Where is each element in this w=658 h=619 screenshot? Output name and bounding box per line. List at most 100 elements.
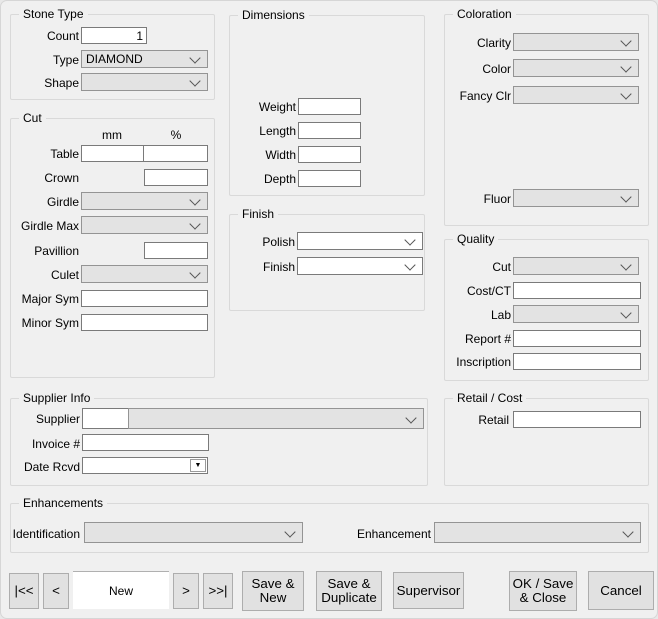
- report-number-input[interactable]: [513, 330, 641, 347]
- crown-label: Crown: [9, 171, 79, 185]
- depth-input[interactable]: [298, 170, 361, 187]
- depth-label: Depth: [226, 172, 296, 186]
- girdle-combobox[interactable]: [81, 192, 208, 210]
- major-sym-input[interactable]: [81, 290, 208, 307]
- chevron-down-icon: [189, 267, 200, 278]
- weight-label: Weight: [226, 100, 296, 114]
- width-input[interactable]: [298, 146, 361, 163]
- finish-combobox[interactable]: [297, 257, 423, 275]
- group-coloration-title: Coloration: [453, 7, 516, 21]
- group-stone-type-title: Stone Type: [19, 7, 88, 21]
- fancy-clr-combobox[interactable]: [513, 86, 639, 104]
- group-dimensions-title: Dimensions: [238, 8, 309, 22]
- chevron-down-icon: [189, 52, 200, 63]
- identification-combobox[interactable]: [84, 522, 303, 543]
- save-and-new-line1: Save &: [252, 577, 295, 591]
- chevron-down-icon: [284, 526, 295, 537]
- report-number-label: Report #: [421, 332, 511, 346]
- width-label: Width: [226, 148, 296, 162]
- date-rcvd-label: Date Rcvd: [10, 460, 80, 474]
- type-label: Type: [9, 53, 79, 67]
- chevron-down-icon: [620, 259, 631, 270]
- length-input[interactable]: [298, 122, 361, 139]
- major-sym-label: Major Sym: [9, 292, 79, 306]
- type-combobox-value: DIAMOND: [86, 52, 143, 66]
- weight-input[interactable]: [298, 98, 361, 115]
- group-supplier-info-title: Supplier Info: [19, 391, 94, 405]
- inscription-label: Inscription: [421, 355, 511, 369]
- table-label: Table: [9, 147, 79, 161]
- previous-record-button[interactable]: <: [43, 573, 69, 609]
- next-record-button[interactable]: >: [173, 573, 199, 609]
- lab-label: Lab: [421, 308, 511, 322]
- polish-combobox[interactable]: [297, 232, 423, 250]
- group-retail-cost-title: Retail / Cost: [453, 391, 526, 405]
- supplier-combobox[interactable]: [128, 408, 424, 429]
- chevron-down-icon: [189, 75, 200, 86]
- minor-sym-input[interactable]: [81, 314, 208, 331]
- record-status-display: New: [73, 571, 169, 609]
- first-record-button[interactable]: |<<: [9, 573, 39, 609]
- last-record-button[interactable]: >>|: [203, 573, 233, 609]
- invoice-number-label: Invoice #: [10, 437, 80, 451]
- girdle-label: Girdle: [9, 195, 79, 209]
- supplier-code-input[interactable]: [82, 408, 129, 429]
- save-and-new-button[interactable]: Save & New: [242, 571, 304, 611]
- quality-cut-combobox[interactable]: [513, 257, 639, 275]
- ok-save-close-line1: OK / Save: [513, 577, 574, 591]
- inscription-input[interactable]: [513, 353, 641, 370]
- enhancement-label: Enhancement: [341, 527, 431, 541]
- shape-label: Shape: [9, 76, 79, 90]
- count-input[interactable]: [81, 27, 147, 44]
- save-and-new-line2: New: [260, 591, 287, 605]
- record-status-text: New: [109, 584, 133, 598]
- culet-combobox[interactable]: [81, 265, 208, 283]
- fluor-combobox[interactable]: [513, 189, 639, 207]
- retail-input[interactable]: [513, 411, 641, 428]
- supplier-label: Supplier: [10, 412, 80, 426]
- date-rcvd-picker[interactable]: ▼: [82, 457, 208, 474]
- fancy-clr-label: Fancy Clr: [421, 89, 511, 103]
- enhancement-combobox[interactable]: [434, 522, 641, 543]
- chevron-down-icon: [620, 88, 631, 99]
- cost-ct-input[interactable]: [513, 282, 641, 299]
- chevron-down-icon: [622, 526, 633, 537]
- save-and-duplicate-line2: Duplicate: [321, 591, 377, 605]
- type-combobox[interactable]: DIAMOND: [81, 50, 208, 68]
- table-mm-input[interactable]: [81, 145, 144, 162]
- culet-label: Culet: [9, 268, 79, 282]
- date-dropdown-button[interactable]: ▼: [190, 459, 206, 472]
- fluor-label: Fluor: [421, 192, 511, 206]
- table-percent-input[interactable]: [143, 145, 208, 162]
- group-enhancements-title: Enhancements: [19, 496, 107, 510]
- dropdown-arrow-icon: ▼: [195, 462, 202, 469]
- chevron-down-icon: [620, 307, 631, 318]
- group-cut-title: Cut: [19, 111, 46, 125]
- chevron-down-icon: [404, 259, 415, 270]
- girdle-max-label: Girdle Max: [9, 219, 79, 233]
- color-combobox[interactable]: [513, 59, 639, 77]
- ok-save-close-button[interactable]: OK / Save & Close: [509, 571, 577, 611]
- finish-label: Finish: [225, 260, 295, 274]
- invoice-number-input[interactable]: [82, 434, 209, 451]
- length-label: Length: [226, 124, 296, 138]
- cost-ct-label: Cost/CT: [421, 284, 511, 298]
- retail-label: Retail: [431, 413, 509, 427]
- clarity-combobox[interactable]: [513, 33, 639, 51]
- stone-entry-form: Stone Type Cut Dimensions Finish Colorat…: [0, 0, 658, 619]
- count-label: Count: [9, 29, 79, 43]
- supervisor-button[interactable]: Supervisor: [393, 572, 464, 609]
- pavillion-percent-input[interactable]: [144, 242, 208, 259]
- lab-combobox[interactable]: [513, 305, 639, 323]
- chevron-down-icon: [620, 35, 631, 46]
- quality-cut-label: Cut: [421, 260, 511, 274]
- pavillion-label: Pavillion: [9, 244, 79, 258]
- minor-sym-label: Minor Sym: [9, 316, 79, 330]
- save-and-duplicate-button[interactable]: Save & Duplicate: [316, 571, 382, 611]
- chevron-down-icon: [620, 191, 631, 202]
- crown-percent-input[interactable]: [144, 169, 208, 186]
- girdle-max-combobox[interactable]: [81, 216, 208, 234]
- shape-combobox[interactable]: [81, 73, 208, 91]
- cancel-button[interactable]: Cancel: [588, 571, 654, 610]
- save-and-duplicate-line1: Save &: [328, 577, 371, 591]
